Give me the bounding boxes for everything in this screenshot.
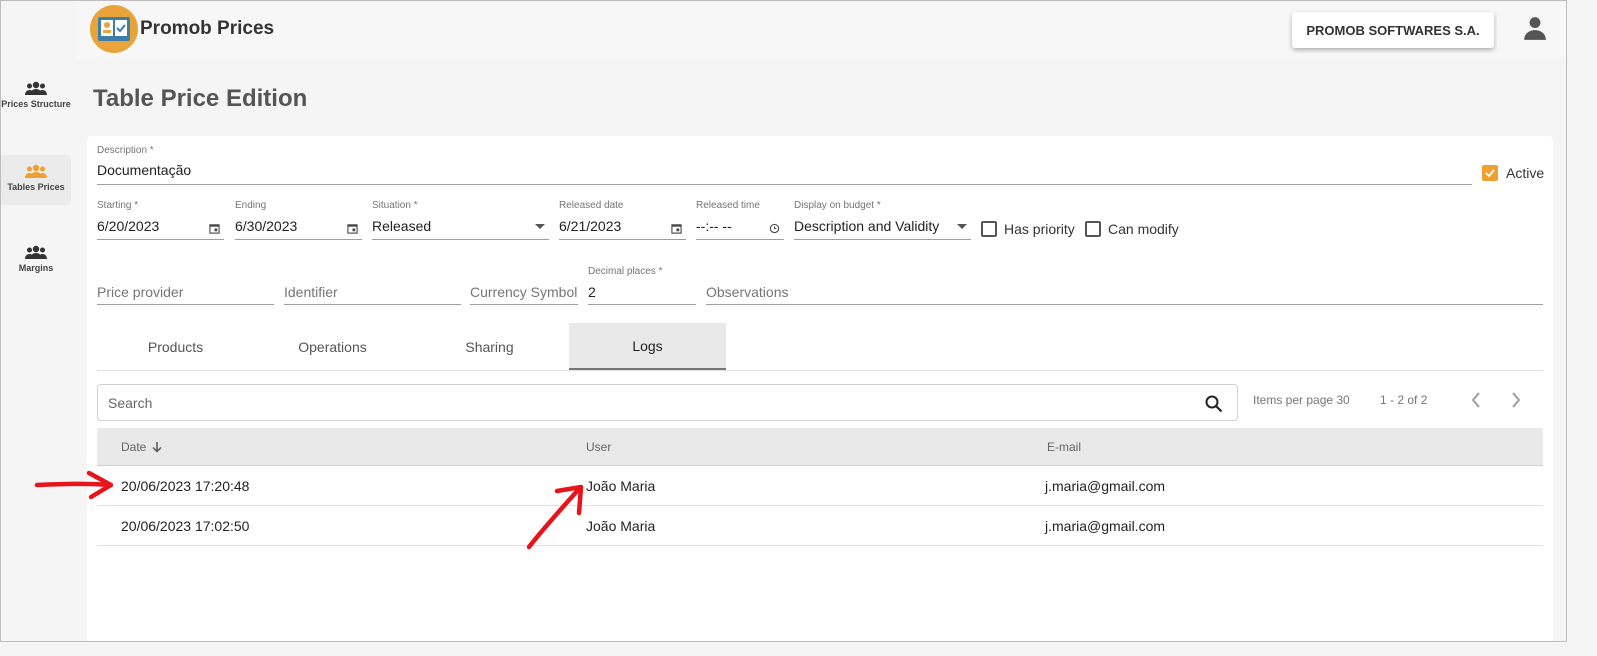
observations-placeholder: Observations [706,284,789,300]
chevron-left-icon[interactable] [1470,391,1482,409]
has-priority-label: Has priority [1004,221,1075,237]
row-email: j.maria@gmail.com [1045,518,1166,534]
column-header-date[interactable]: Date [121,440,146,454]
group-icon [25,81,47,95]
check-icon [1485,169,1495,178]
sidebar-item-tables-prices[interactable]: Tables Prices [1,155,71,205]
page-range: 1 - 2 of 2 [1380,393,1428,407]
app-logo [90,5,138,53]
ending-label: Ending [235,200,267,211]
description-field[interactable]: Description * Documentação [97,144,1472,185]
table-row[interactable]: 20/06/2023 17:02:50 João Maria j.maria@g… [97,507,1543,546]
tab-products[interactable]: Products [97,323,254,370]
search-icon[interactable] [1205,395,1223,413]
display-on-budget-select[interactable]: Display on budget * Description and Vali… [794,200,971,240]
sidebar-item-label: Margins [18,263,54,273]
table-row[interactable]: 20/06/2023 17:20:48 João Maria j.maria@g… [97,467,1543,506]
tabs-divider [97,370,1543,371]
app-frame: Promob Prices PROMOB SOFTWARES S.A. Pric… [0,0,1567,642]
can-modify-checkbox[interactable] [1085,221,1101,237]
decimal-places-label: Decimal places * [588,266,663,277]
column-header-user[interactable]: User [586,440,611,454]
search-placeholder: Search [108,395,153,411]
app-title: Promob Prices [140,18,275,39]
starting-label: Starting * [97,200,139,211]
identifier-placeholder: Identifier [284,284,338,300]
situation-label: Situation * [372,200,418,211]
currency-symbol-field[interactable]: Currency Symbol [470,266,578,305]
display-on-budget-label: Display on budget * [794,200,881,211]
chevron-right-icon[interactable] [1510,391,1522,409]
calendar-icon[interactable] [347,223,358,234]
price-provider-placeholder: Price provider [97,284,184,300]
can-modify-label: Can modify [1108,221,1179,237]
sidebar-item-label: Prices Structure [1,99,71,109]
decimal-places-value: 2 [588,284,596,300]
currency-symbol-placeholder: Currency Symbol [470,284,578,300]
tab-logs[interactable]: Logs [569,323,726,370]
page-title: Table Price Edition [93,85,308,112]
board-icon [98,17,130,41]
table-header: Date User E-mail [97,428,1543,466]
group-icon [25,164,47,178]
sidebar-item-label: Tables Prices [7,182,65,192]
row-user: João Maria [586,478,656,494]
top-bar: Promob Prices PROMOB SOFTWARES S.A. [76,1,1566,59]
active-checkbox[interactable] [1482,165,1498,181]
observations-field[interactable]: Observations [706,266,1543,305]
company-button[interactable]: PROMOB SOFTWARES S.A. [1292,12,1494,48]
identifier-field[interactable]: Identifier [284,266,461,305]
description-value: Documentação [97,162,192,178]
description-label: Description * [97,145,154,156]
starting-value: 6/20/2023 [97,218,160,234]
released-time-label: Released time [696,200,760,211]
has-priority-checkbox[interactable] [981,221,997,237]
sidebar-item-prices-structure[interactable]: Prices Structure [1,81,71,131]
group-icon [25,245,47,259]
clock-icon[interactable] [769,223,780,234]
released-time-field[interactable]: Released time --:-- -- [696,200,784,240]
row-date: 20/06/2023 17:02:50 [121,518,250,534]
starting-date-field[interactable]: Starting * 6/20/2023 [97,200,224,240]
tab-sharing[interactable]: Sharing [411,323,568,370]
tab-operations[interactable]: Operations [254,323,411,370]
released-time-value: --:-- -- [696,218,732,234]
column-header-email[interactable]: E-mail [1047,440,1081,454]
released-date-field[interactable]: Released date 6/21/2023 [559,200,686,240]
items-per-page[interactable]: Items per page 30 [1253,393,1350,407]
sidebar-item-margins[interactable]: Margins [1,245,71,285]
sidebar: Prices Structure Tables Prices Margins [1,59,71,641]
situation-select[interactable]: Situation * Released [372,200,549,240]
row-email: j.maria@gmail.com [1045,478,1166,494]
released-date-label: Released date [559,200,624,211]
price-provider-field[interactable]: Price provider [97,266,274,305]
ending-value: 6/30/2023 [235,218,298,234]
chevron-down-icon [957,224,967,229]
row-user: João Maria [586,518,656,534]
calendar-icon[interactable] [671,223,682,234]
active-label: Active [1506,165,1545,181]
released-date-value: 6/21/2023 [559,218,622,234]
display-on-budget-value: Description and Validity [794,218,940,234]
arrow-down-icon[interactable] [152,441,162,453]
situation-value: Released [372,218,432,234]
ending-date-field[interactable]: Ending 6/30/2023 [235,200,362,240]
decimal-places-field[interactable]: Decimal places * 2 [588,266,696,305]
calendar-icon[interactable] [209,223,220,234]
search-input[interactable]: Search [97,384,1238,421]
chevron-down-icon [535,224,545,229]
person-icon[interactable] [1522,15,1548,41]
row-date: 20/06/2023 17:20:48 [121,478,250,494]
